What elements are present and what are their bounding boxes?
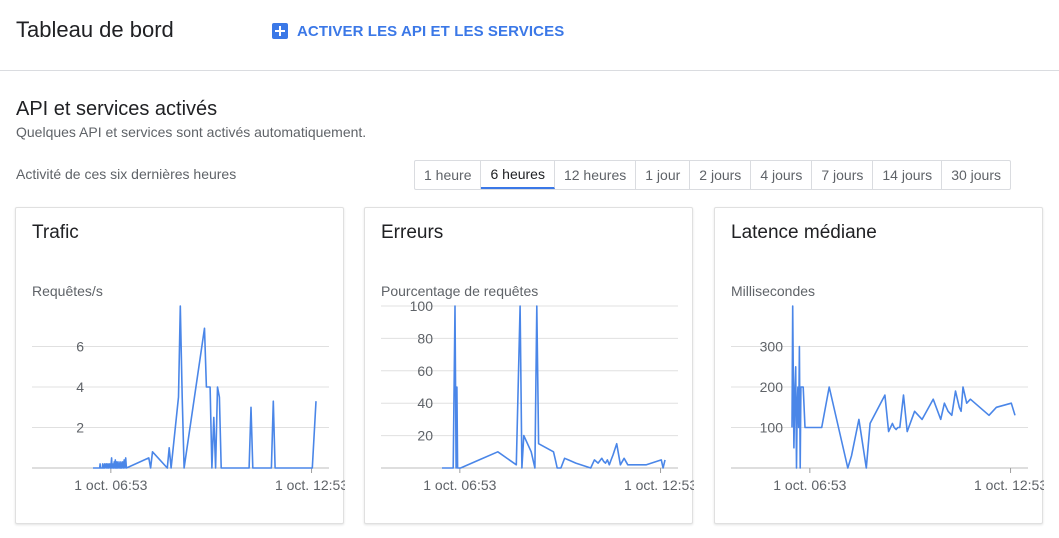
- latency-card: Latence médiane Millisecondes 100 200 300 1…: [714, 207, 1044, 524]
- y-tick-label: 60: [417, 363, 433, 379]
- time-range-1-jour[interactable]: 1 jour: [636, 161, 691, 189]
- x-tick-label: 1 oct. 12:53: [624, 477, 694, 493]
- time-range-14-jours[interactable]: 14 jours: [873, 161, 943, 189]
- y-tick-label: 2: [76, 420, 84, 436]
- latency-chart: 100 200 300 1 oct. 06:53 1 oct. 12:53: [731, 305, 1044, 493]
- y-tick-label: 100: [410, 298, 434, 314]
- y-tick-label: 300: [760, 339, 784, 355]
- time-range-12-heures[interactable]: 12 heures: [555, 161, 637, 189]
- x-tick-label: 1 oct. 06:53: [74, 477, 147, 493]
- x-tick-label: 1 oct. 06:53: [423, 477, 496, 493]
- y-tick-label: 200: [760, 379, 784, 395]
- y-tick-label: 6: [76, 339, 84, 355]
- x-tick-label: 1 oct. 06:53: [773, 477, 846, 493]
- page-title: Tableau de bord: [16, 17, 174, 42]
- activity-label: Activité de ces six dernières heures: [16, 166, 237, 182]
- enable-apis-button[interactable]: ACTIVER LES API ET LES SERVICES: [272, 20, 564, 42]
- traffic-chart: 2 4 6 1 oct. 06:53 1 oct. 12:53: [32, 305, 345, 493]
- y-tick-label: 100: [760, 420, 784, 436]
- series-line: [442, 305, 666, 469]
- time-range-1-heure[interactable]: 1 heure: [415, 161, 482, 189]
- traffic-card: Trafic Requêtes/s 2461 oct. 06:53 1 oct. …: [15, 207, 345, 524]
- time-range-6-heures[interactable]: 6 heures: [481, 161, 555, 189]
- errors-card: Erreurs Pourcentage de requêtes 20 40 60 80…: [364, 207, 694, 524]
- y-tick-label: 40: [417, 395, 433, 411]
- errors-chart: 20 40 60 80 100 1 oct. 06:53 1 oct. 12:53: [381, 298, 694, 493]
- x-tick-label: 1 oct. 12:53: [275, 477, 345, 493]
- y-tick-label: 80: [417, 330, 433, 346]
- time-range-selector: 1 heure 6 heures 12 heures 1 jour 2 jours 4 j…: [414, 160, 1011, 190]
- time-range-30-jours[interactable]: 30 jours: [942, 161, 1010, 189]
- header: Tableau de bord ACTIVER LES API ET LES S…: [0, 0, 1059, 71]
- time-range-2-jours[interactable]: 2 jours: [690, 161, 752, 189]
- time-range-4-jours[interactable]: 4 jours: [751, 161, 813, 189]
- section-title: API et services activés: [16, 98, 218, 120]
- x-tick-label: 1 oct. 12:53: [974, 477, 1044, 493]
- add-box-icon: [272, 23, 288, 39]
- enable-apis-label: ACTIVER LES API ET LES SERVICES: [297, 22, 565, 40]
- y-tick-label: 4: [76, 379, 84, 395]
- section-subtitle: Quelques API et services sont activés au…: [16, 124, 367, 140]
- y-tick-label: 20: [417, 428, 433, 444]
- time-range-7-jours[interactable]: 7 jours: [812, 161, 874, 189]
